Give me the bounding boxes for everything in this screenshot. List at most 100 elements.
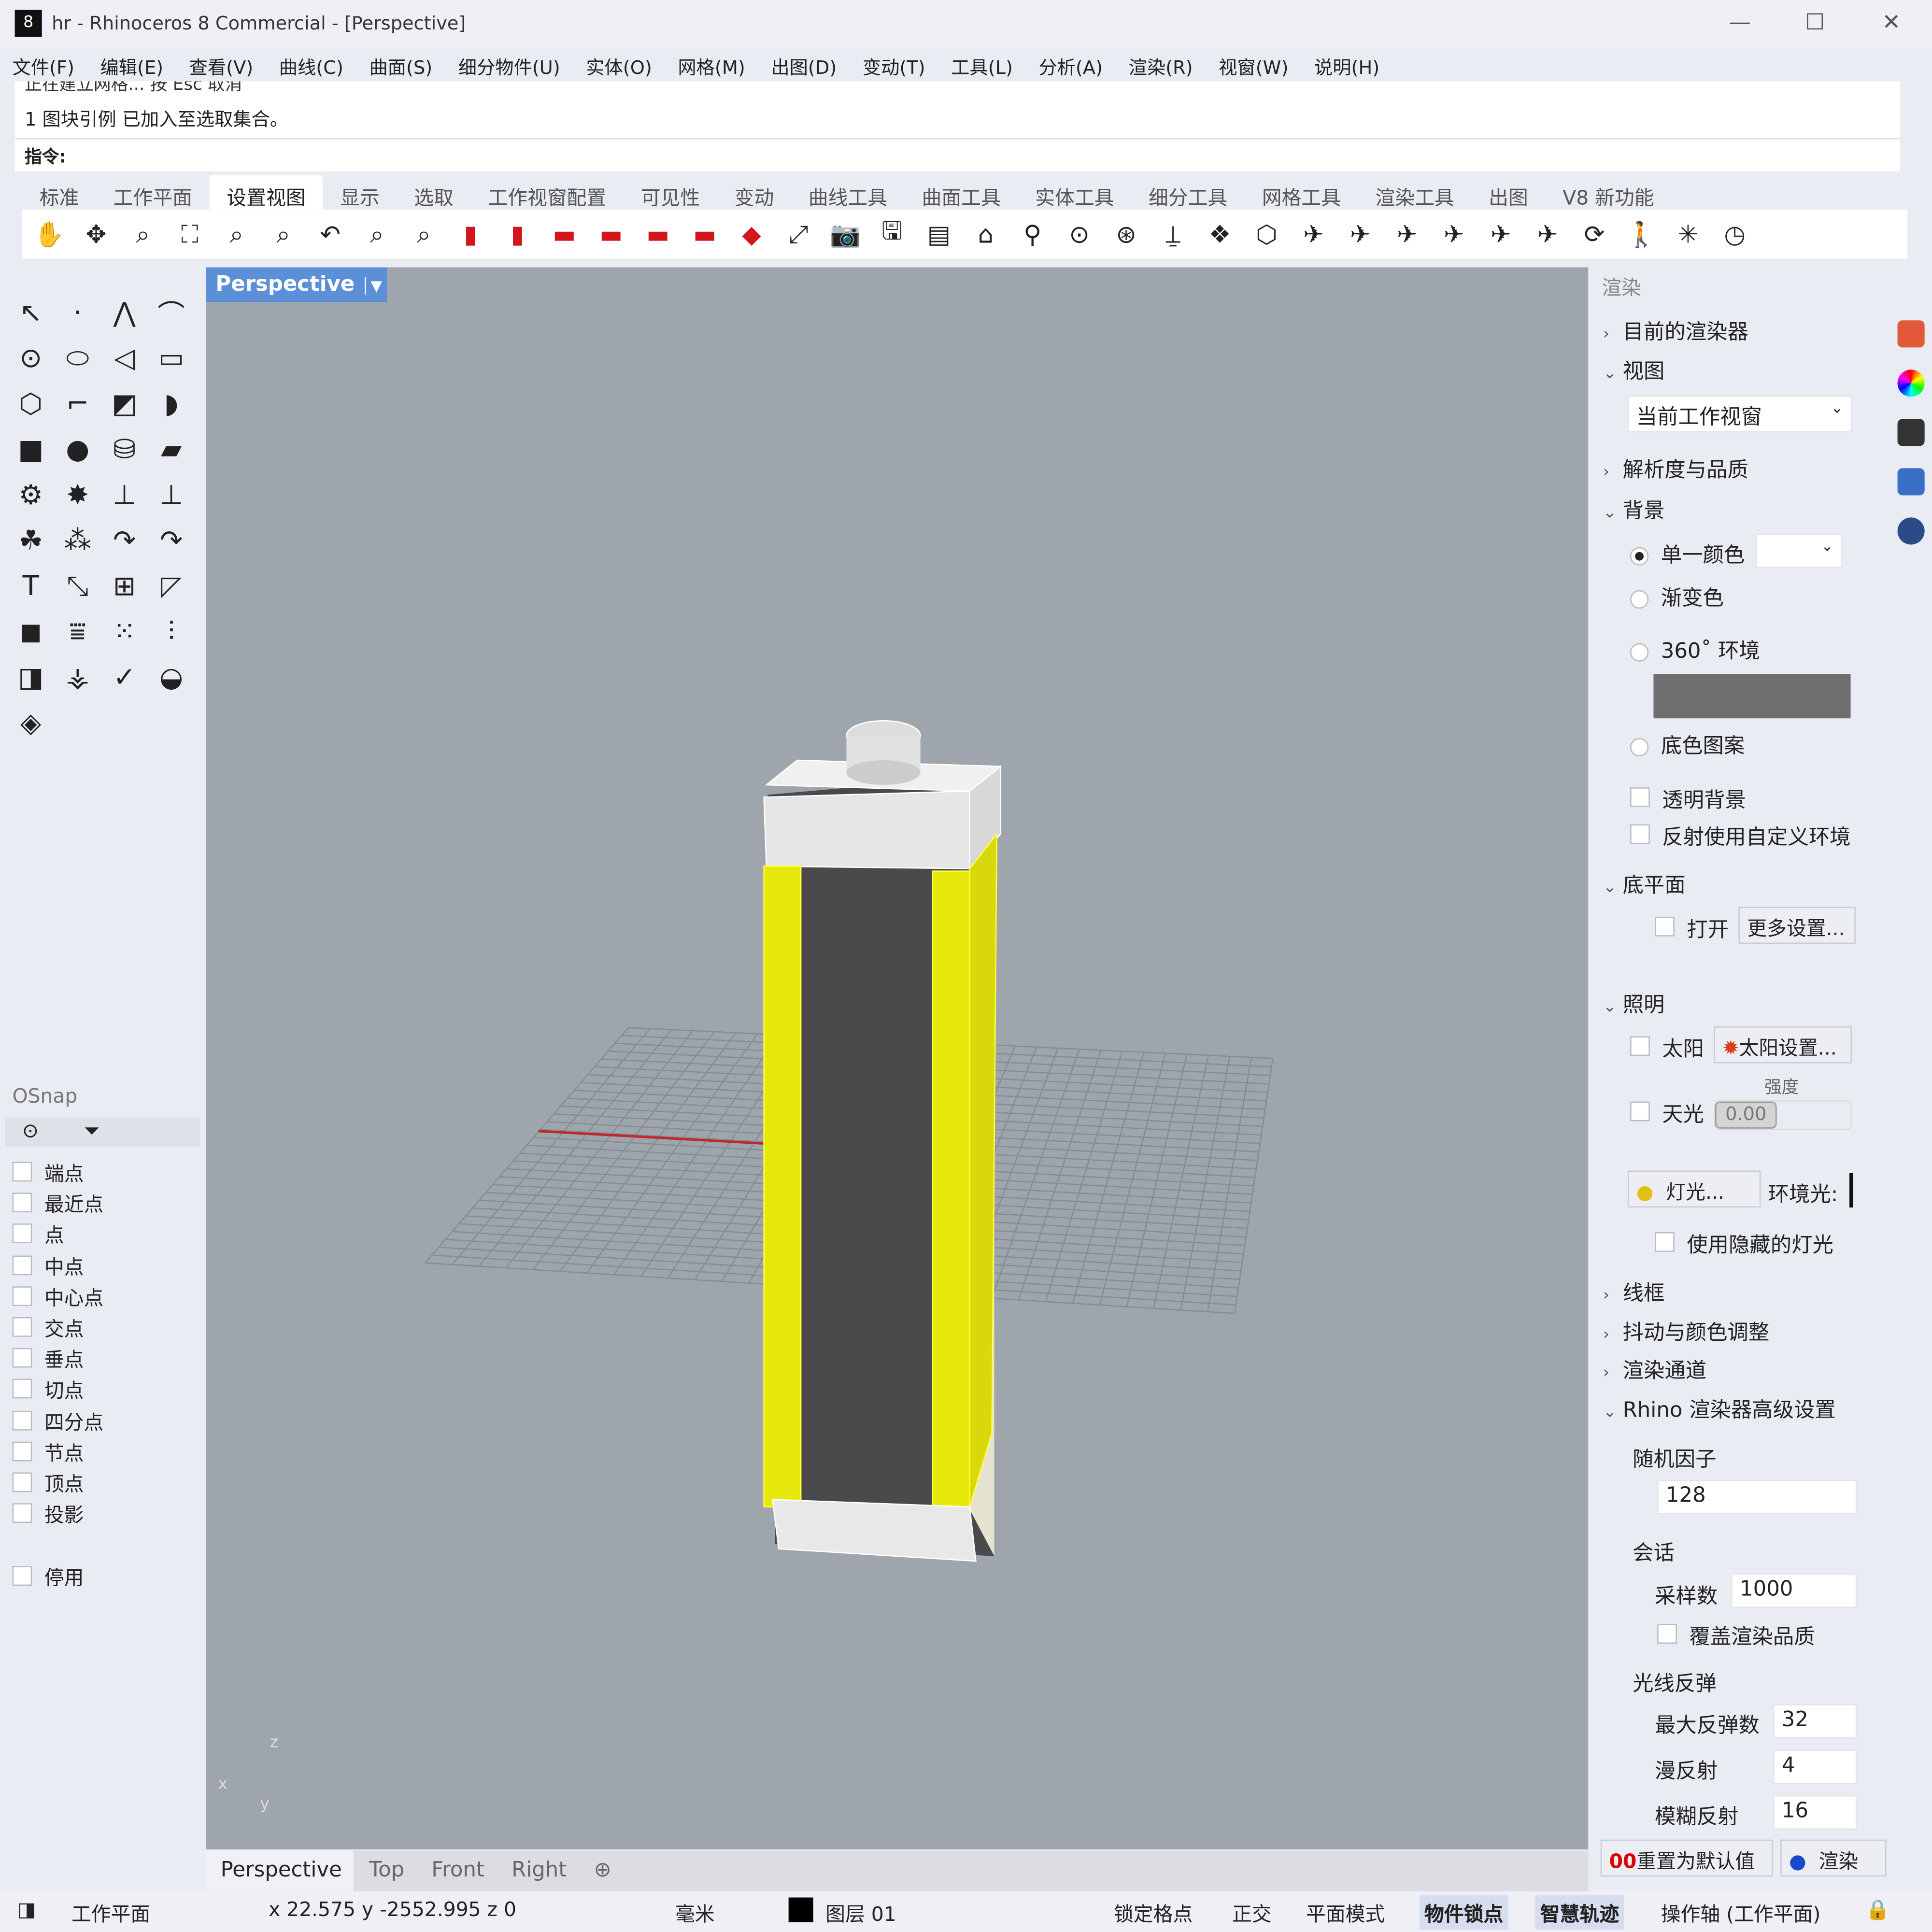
toolbar-tab[interactable]: 设置视图 — [209, 175, 323, 210]
ambient-color-swatch[interactable] — [1849, 1173, 1853, 1208]
section-ground-plane[interactable]: ⌄ 底平面 — [1603, 867, 1686, 898]
custom-reflection-checkbox[interactable]: 反射使用自定义环境 — [1630, 819, 1851, 850]
toolbar-tab[interactable]: 网格工具 — [1245, 175, 1358, 209]
osnap-item[interactable]: 端点 — [12, 1157, 84, 1186]
sun-settings-button[interactable]: ✹太阳设置... — [1714, 1026, 1852, 1064]
revolve-icon[interactable]: ◗ — [150, 383, 192, 425]
checkbox[interactable] — [12, 1193, 32, 1213]
cplane-origin-icon[interactable]: ⊙ — [1060, 214, 1099, 254]
polygon-icon[interactable]: ⬡ — [10, 383, 52, 425]
osnap-icon[interactable]: ⊙ — [22, 1119, 39, 1142]
camera-icon[interactable]: 📷 — [825, 214, 865, 254]
osnap-item[interactable]: 点 — [12, 1219, 64, 1249]
toolbar-tab[interactable]: 显示 — [323, 175, 397, 209]
osnap-item[interactable]: 最近点 — [12, 1188, 104, 1218]
close-button[interactable]: ✕ — [1867, 7, 1916, 39]
scale-icon[interactable]: ⤡ — [57, 566, 99, 608]
view-left-icon[interactable]: ▬ — [545, 214, 584, 254]
checkbox[interactable] — [12, 1286, 32, 1306]
toolbar-tab[interactable]: 选取 — [397, 175, 471, 209]
osnap-item[interactable]: 垂点 — [12, 1343, 84, 1373]
section-lighting[interactable]: ⌄ 照明 — [1603, 987, 1665, 1018]
box-icon[interactable]: ■ — [10, 429, 52, 471]
cylinder-icon[interactable]: ⛁ — [103, 429, 145, 471]
status-grid-snap[interactable]: 锁定格点 — [1114, 1898, 1193, 1927]
section-wireframe[interactable]: › 线框 — [1603, 1275, 1665, 1306]
named-views-icon[interactable]: ▤ — [919, 214, 959, 254]
cplane-elevation-icon[interactable]: ⍊ — [1153, 214, 1193, 254]
zoom-1to1-icon[interactable]: ⌕ — [404, 214, 444, 254]
diffuse-input[interactable]: 4 — [1773, 1749, 1857, 1784]
section-dither[interactable]: › 抖动与颜色调整 — [1603, 1315, 1769, 1346]
reset-default-button[interactable]: 00重置为默认值 — [1600, 1839, 1773, 1877]
viewport-tab[interactable]: Perspective — [206, 1850, 355, 1891]
toolbar-tab[interactable]: 变动 — [717, 175, 791, 209]
help-icon[interactable] — [1897, 468, 1925, 496]
view-perspective-icon[interactable]: ◆ — [732, 214, 771, 254]
osnap-item[interactable]: 交点 — [12, 1312, 84, 1342]
minimize-button[interactable]: — — [1715, 7, 1764, 39]
osnap-disable[interactable]: 停用 — [12, 1561, 84, 1591]
checkbox[interactable] — [12, 1410, 32, 1430]
clock-icon[interactable]: ◷ — [1715, 214, 1755, 254]
status-layer[interactable]: 图层 01 — [825, 1898, 896, 1927]
turntable-360-icon[interactable]: ⟳ — [1575, 214, 1614, 254]
render-tool-icon[interactable]: ◈ — [10, 702, 52, 744]
group-icon[interactable]: ⁂ — [57, 520, 99, 562]
toolbar-tab[interactable]: 工作视窗配置 — [471, 175, 624, 209]
rotate-icon[interactable]: ↷ — [103, 520, 145, 562]
set-view-2-icon[interactable]: ✈ — [1340, 214, 1380, 254]
curve-icon[interactable]: ⌒ — [150, 292, 192, 334]
select-icon[interactable]: ↖ — [10, 292, 52, 334]
bg-color-picker[interactable]: ⌄ — [1756, 533, 1842, 568]
osnap-item[interactable]: 顶点 — [12, 1467, 84, 1497]
checkbox[interactable] — [12, 1255, 32, 1275]
checkbox[interactable] — [12, 1441, 32, 1461]
viewport-tab[interactable]: Top — [354, 1851, 416, 1891]
ellipse-icon[interactable]: ⬭ — [57, 338, 99, 380]
display-icon[interactable] — [1897, 419, 1925, 446]
boolean-icon[interactable]: ☘ — [10, 520, 52, 562]
skylight-checkbox[interactable]: 天光 — [1630, 1096, 1704, 1127]
check-icon[interactable]: ✓ — [103, 657, 145, 699]
toolbar-tab[interactable]: 渲染工具 — [1358, 175, 1472, 209]
menu-item[interactable]: 分析(A) — [1038, 47, 1114, 81]
command-input[interactable]: 指令: — [14, 138, 1900, 171]
render-tab-icon[interactable] — [1897, 320, 1925, 348]
viewport-tab[interactable]: Right — [497, 1851, 579, 1891]
zoom-icon[interactable]: ⌕ — [123, 214, 163, 254]
section-background[interactable]: ⌄ 背景 — [1603, 493, 1665, 524]
menu-item[interactable]: 曲线(C) — [279, 47, 355, 81]
shade-icon[interactable]: ◒ — [150, 657, 192, 699]
sun-checkbox[interactable]: 太阳 — [1630, 1031, 1704, 1062]
panel-toggle-icon[interactable]: ◨ — [17, 1898, 36, 1921]
zoom-window-icon[interactable]: ⌕ — [217, 214, 256, 254]
maximize-button[interactable]: ☐ — [1790, 7, 1840, 39]
skylight-slider[interactable]: 0.00 — [1714, 1100, 1852, 1130]
toolbar-tab[interactable]: 标准 — [22, 175, 96, 209]
toolbar-tab[interactable]: 工作平面 — [96, 175, 210, 209]
chevron-down-icon[interactable]: ▼ — [364, 277, 387, 295]
rectangle-icon[interactable]: ▭ — [150, 338, 192, 380]
set-view-3-icon[interactable]: ✈ — [1387, 214, 1427, 254]
checkbox[interactable] — [12, 1317, 32, 1337]
checkbox[interactable] — [12, 1162, 32, 1182]
menu-item[interactable]: 出图(D) — [771, 47, 848, 81]
walkabout-icon[interactable]: 🚶 — [1621, 214, 1661, 254]
camera-move-icon[interactable]: ⤢ — [779, 214, 818, 254]
block-icon[interactable]: ⊞ — [103, 566, 145, 608]
viewport-tab[interactable]: Front — [417, 1851, 497, 1891]
solid-icon[interactable]: ◼ — [10, 611, 52, 653]
filter-icon[interactable]: ⏷ — [84, 1119, 99, 1143]
undo-view-icon[interactable]: ↶ — [311, 214, 350, 254]
lights-button[interactable]: ● 灯光... — [1627, 1170, 1761, 1208]
toolbar-tab[interactable]: 实体工具 — [1018, 175, 1132, 209]
menu-item[interactable]: 渲染(R) — [1129, 47, 1204, 81]
materials-icon[interactable] — [1897, 517, 1925, 545]
cplane-3point-icon[interactable]: ❖ — [1200, 214, 1240, 254]
osnap-item[interactable]: 中点 — [12, 1250, 84, 1279]
toolbar-tab[interactable]: 出图 — [1471, 175, 1545, 209]
extrude-icon[interactable]: ◨ — [10, 657, 52, 699]
section-channels[interactable]: › 渲染通道 — [1603, 1353, 1706, 1384]
array-icon[interactable]: ⁙ — [103, 611, 145, 653]
